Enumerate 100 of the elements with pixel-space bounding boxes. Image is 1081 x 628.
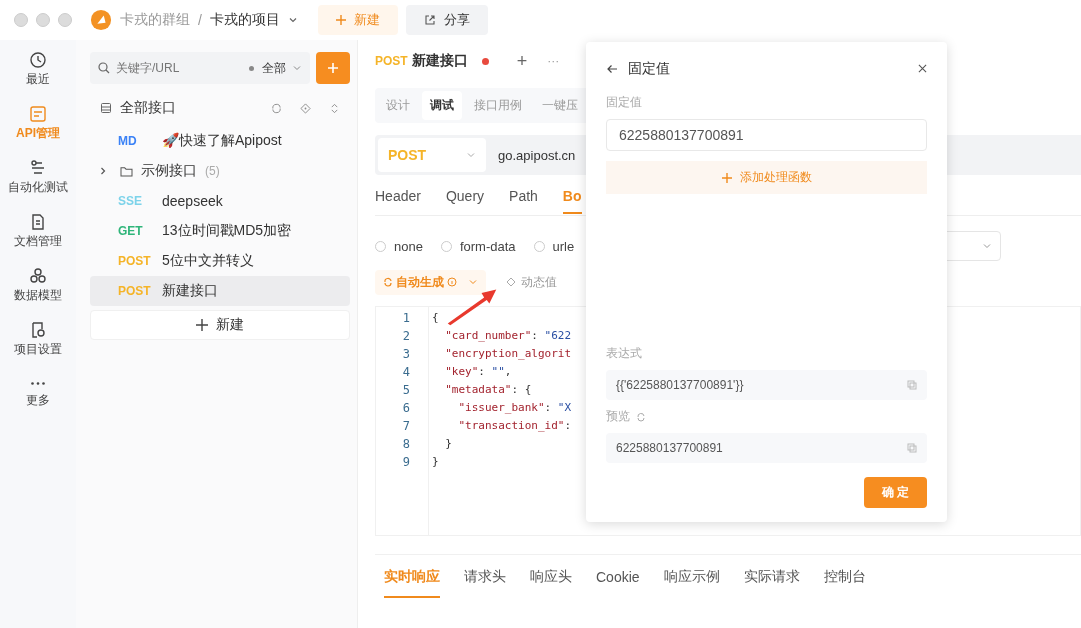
document-icon	[30, 214, 46, 230]
plus-icon	[327, 62, 339, 74]
code-line: {	[432, 310, 440, 326]
code-line: "metadata": {	[444, 382, 533, 398]
value-field[interactable]: 6225880137700891	[606, 118, 927, 151]
field-label: 固定值	[606, 93, 643, 111]
window-control[interactable]	[14, 13, 28, 27]
diamond-icon	[506, 277, 516, 287]
window-control[interactable]	[58, 13, 72, 27]
close-button[interactable]	[918, 64, 927, 74]
line-number: 5	[401, 382, 411, 399]
code-line: "issuer_bank": "X	[457, 400, 572, 416]
chevron-down-icon	[292, 63, 302, 73]
response-tab[interactable]: 实际请求	[743, 558, 800, 598]
search-icon	[98, 62, 110, 74]
expand-collapse-icon[interactable]	[329, 102, 340, 114]
nav-item[interactable]: 项目设置	[14, 322, 62, 358]
code-line: "transaction_id":	[457, 418, 572, 434]
window-control[interactable]	[36, 13, 50, 27]
param-tab[interactable]: Query	[445, 180, 485, 214]
field-label: 表达式	[606, 345, 643, 363]
chevron-down-icon	[466, 150, 476, 160]
arrow-annotation	[446, 287, 498, 326]
response-tab[interactable]: 响应头	[530, 558, 572, 598]
mode-tab[interactable]: 调试	[422, 91, 462, 120]
logo-icon	[90, 9, 112, 31]
line-number: 2	[401, 328, 411, 345]
line-number: 4	[401, 364, 411, 381]
project-name[interactable]: 卡戎的项目	[209, 11, 280, 29]
circles-icon	[30, 268, 46, 284]
chevron-down-icon	[982, 241, 992, 251]
url-field[interactable]: go.apipost.cn	[498, 147, 576, 163]
history-icon	[30, 52, 46, 68]
add-tab-button[interactable]: +	[516, 50, 528, 72]
body-type-radio[interactable]: none	[375, 238, 423, 254]
field-label: 预览	[606, 408, 630, 426]
add-button[interactable]	[316, 52, 350, 84]
flow-icon	[30, 160, 46, 176]
folder-item[interactable]: 示例接口 (5)	[90, 156, 350, 186]
chevron-down-icon[interactable]	[287, 15, 298, 25]
response-tab[interactable]: 请求头	[464, 558, 506, 598]
code-line: "encryption_algorit	[444, 346, 572, 362]
line-number: 7	[401, 418, 411, 435]
nav-item[interactable]: 更多	[26, 376, 50, 409]
nav-item[interactable]: 数据模型	[14, 268, 62, 304]
request-item[interactable]: MD 🚀快速了解Apipost	[90, 126, 350, 156]
method-label: SSE	[118, 194, 143, 208]
expression-field[interactable]: {{'6225880137700891'}}	[606, 370, 927, 401]
method-label: POST	[118, 254, 152, 268]
chevron-down-icon	[468, 277, 478, 287]
window-icon	[30, 106, 46, 122]
param-tab[interactable]: Header	[375, 180, 421, 214]
plus-icon	[335, 15, 346, 25]
code-line: "key": "",	[444, 364, 513, 380]
tree-root-label[interactable]: 全部接口	[120, 99, 263, 117]
line-number: 3	[401, 346, 411, 363]
body-type-radio[interactable]: urle	[533, 238, 575, 254]
plus-icon	[721, 172, 732, 183]
request-item[interactable]: POST 新建接口	[90, 276, 350, 306]
request-item[interactable]: POST 5位中文并转义	[90, 246, 350, 276]
request-item[interactable]: GET 13位时间戳MD5加密	[90, 216, 350, 246]
response-tab[interactable]: Cookie	[596, 559, 640, 597]
locate-icon[interactable]	[300, 102, 311, 114]
back-button[interactable]	[606, 62, 618, 75]
request-item[interactable]: SSE deepseek	[90, 186, 350, 216]
code-line: "card_number": "622	[444, 328, 572, 344]
nav-item[interactable]: 自动化测试	[8, 160, 68, 196]
settings-icon	[30, 322, 46, 338]
response-tab[interactable]: 响应示例	[663, 558, 720, 598]
item-count: (5)	[205, 164, 220, 178]
body-type-radio[interactable]: form-data	[440, 238, 516, 254]
plus-icon	[196, 319, 208, 331]
line-number: 8	[401, 436, 411, 453]
preview-field: 6225880137700891	[606, 433, 927, 463]
copy-icon[interactable]	[907, 380, 917, 391]
request-tab[interactable]: POST 新建接口	[375, 52, 489, 70]
line-number: 6	[401, 400, 411, 417]
new-item-button[interactable]: 新建	[90, 310, 350, 340]
response-tab[interactable]: 控制台	[823, 558, 866, 598]
code-line: }	[444, 436, 453, 452]
nav-item[interactable]: 文档管理	[14, 214, 62, 250]
info-icon	[447, 277, 457, 287]
share-icon	[423, 14, 436, 26]
line-number: 9	[401, 454, 411, 471]
breadcrumb-separator: /	[198, 12, 202, 28]
search-field[interactable]: 关键字/URL 全部	[90, 52, 310, 84]
popup-title: 固定值	[628, 59, 671, 78]
filter-dropdown[interactable]: 全部	[249, 59, 302, 77]
database-icon	[100, 102, 112, 114]
more-icon	[31, 382, 45, 385]
method-label: POST	[118, 284, 152, 298]
code-line: }	[432, 454, 440, 470]
nav-item[interactable]: 最近	[26, 52, 50, 88]
method-label: GET	[118, 224, 144, 238]
share-button[interactable]: 分享	[405, 5, 488, 35]
line-number: 1	[401, 310, 411, 327]
method-label: MD	[118, 134, 138, 148]
copy-icon[interactable]	[907, 443, 917, 454]
folder-icon	[120, 165, 133, 177]
param-tab[interactable]: Path	[509, 180, 538, 214]
